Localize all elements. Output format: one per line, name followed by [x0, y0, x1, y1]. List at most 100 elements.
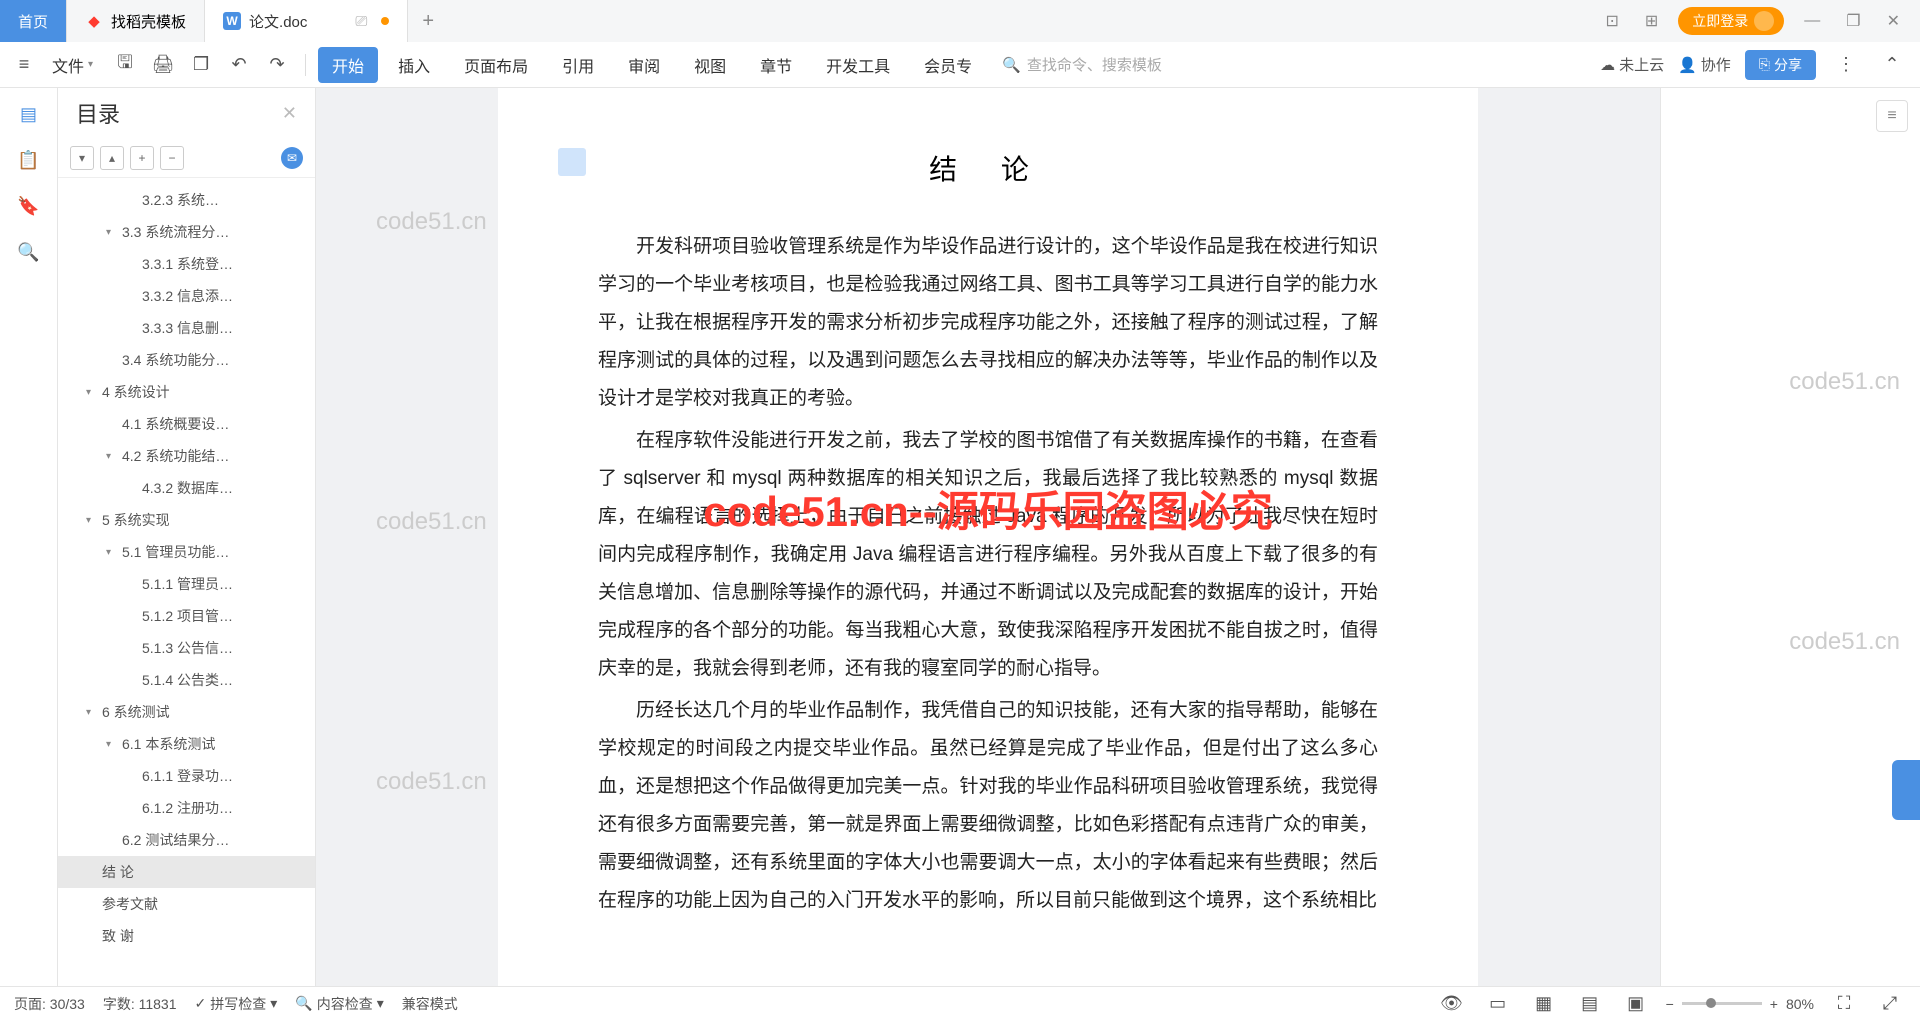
apps-icon[interactable]: ⊞: [1639, 9, 1664, 33]
collapse-all-icon[interactable]: ▴: [100, 146, 124, 170]
cloud-status[interactable]: ☁未上云: [1600, 54, 1664, 75]
fit-icon[interactable]: ⛶: [1830, 990, 1858, 1018]
outline-item[interactable]: 3.3.3 信息删…: [58, 312, 315, 344]
outline-item[interactable]: ▾6.1 本系统测试: [58, 728, 315, 760]
outline-item[interactable]: 5.1.1 管理员…: [58, 568, 315, 600]
outline-item[interactable]: 参考文献: [58, 888, 315, 920]
outline-label: 4.1 系统概要设…: [122, 414, 229, 434]
zoom-in-icon[interactable]: +: [1770, 996, 1778, 1012]
outline-tree[interactable]: 3.2.3 系统…▾3.3 系统流程分…3.3.1 系统登…3.3.2 信息添……: [58, 178, 315, 986]
outline-item[interactable]: ▾4.2 系统功能结…: [58, 440, 315, 472]
outline-item[interactable]: 6.2 测试结果分…: [58, 824, 315, 856]
outline-label: 6.1.1 登录功…: [142, 766, 233, 786]
outline-item[interactable]: 3.2.3 系统…: [58, 184, 315, 216]
ribbon-tab-review[interactable]: 审阅: [614, 47, 674, 83]
file-menu[interactable]: 文件▾: [42, 53, 103, 77]
close-window-button[interactable]: ✕: [1881, 9, 1906, 33]
close-panel-icon[interactable]: ✕: [282, 103, 297, 124]
ribbon-tab-member[interactable]: 会员专: [910, 47, 986, 83]
outline-item[interactable]: 4.1 系统概要设…: [58, 408, 315, 440]
outline-item[interactable]: 3.3.2 信息添…: [58, 280, 315, 312]
outline-item[interactable]: ▾5 系统实现: [58, 504, 315, 536]
page-indicator[interactable]: 页面: 30/33: [14, 994, 85, 1014]
outline-item[interactable]: 5.1.2 项目管…: [58, 600, 315, 632]
outline-label: 5.1 管理员功能…: [122, 542, 229, 562]
clipboard-icon[interactable]: 📋: [17, 148, 41, 172]
remove-heading-icon[interactable]: −: [160, 146, 184, 170]
tab-templates[interactable]: ◆ 找稻壳模板: [67, 0, 205, 42]
outline-label: 参考文献: [102, 894, 158, 914]
ribbon: ≡ 文件▾ 🖫 🖨 ❐ ↶ ↷ 开始 插入 页面布局 引用 审阅 视图 章节 开…: [0, 42, 1920, 88]
spellcheck-toggle[interactable]: ✓拼写检查▾: [195, 994, 278, 1014]
compat-mode[interactable]: 兼容模式: [402, 994, 458, 1014]
style-panel-icon[interactable]: ≡: [1876, 100, 1908, 132]
ribbon-tab-section[interactable]: 章节: [746, 47, 806, 83]
message-icon[interactable]: ✉: [281, 147, 303, 169]
undo-icon[interactable]: ↶: [225, 51, 253, 79]
expand-all-icon[interactable]: ▾: [70, 146, 94, 170]
ribbon-tab-devtools[interactable]: 开发工具: [812, 47, 904, 83]
ribbon-tab-view[interactable]: 视图: [680, 47, 740, 83]
split-view-icon[interactable]: ⊡: [1599, 9, 1624, 33]
add-heading-icon[interactable]: +: [130, 146, 154, 170]
view-read-icon[interactable]: ▣: [1622, 990, 1650, 1018]
outline-item[interactable]: 4.3.2 数据库…: [58, 472, 315, 504]
document-area[interactable]: code51.cn code51.cn code51.cn 结 论 开发科研项目…: [316, 88, 1660, 986]
zoom-level[interactable]: 80%: [1786, 996, 1814, 1012]
redo-icon[interactable]: ↷: [263, 51, 291, 79]
view-web-icon[interactable]: ▦: [1530, 990, 1558, 1018]
ribbon-tab-insert[interactable]: 插入: [384, 47, 444, 83]
view-outline-icon[interactable]: ▤: [1576, 990, 1604, 1018]
fullscreen-icon[interactable]: ⤢: [1876, 990, 1904, 1018]
feedback-tab[interactable]: [1892, 760, 1920, 820]
tab-home[interactable]: 首页: [0, 0, 67, 42]
outline-item[interactable]: ▾4 系统设计: [58, 376, 315, 408]
minimize-button[interactable]: —: [1798, 10, 1826, 32]
zoom-out-icon[interactable]: −: [1666, 996, 1674, 1012]
outline-item[interactable]: 6.1.2 注册功…: [58, 792, 315, 824]
zoom-slider[interactable]: [1682, 1002, 1762, 1005]
main-area: ▤ 📋 🔖 🔍 目录 ✕ ▾ ▴ + − ✉ 3.2.3 系统…▾3.3 系统流…: [0, 88, 1920, 986]
search-side-icon[interactable]: 🔍: [17, 240, 41, 264]
document-page: 结 论 开发科研项目验收管理系统是作为毕设作品进行设计的，这个毕设作品是我在校进…: [498, 88, 1478, 986]
outline-item[interactable]: 5.1.3 公告信…: [58, 632, 315, 664]
ribbon-tab-layout[interactable]: 页面布局: [450, 47, 542, 83]
ribbon-tab-start[interactable]: 开始: [318, 47, 378, 83]
outline-item[interactable]: ▾5.1 管理员功能…: [58, 536, 315, 568]
more-icon[interactable]: ⋮: [1832, 51, 1860, 79]
page-anchor-icon[interactable]: [558, 148, 586, 176]
share-button[interactable]: ⎘分享: [1745, 50, 1816, 80]
hamburger-icon[interactable]: ≡: [12, 53, 36, 77]
print-icon[interactable]: 🖨: [149, 51, 177, 79]
paragraph: 开发科研项目验收管理系统是作为毕设作品进行设计的，这个毕设作品是我在校进行知识学…: [598, 228, 1378, 418]
outline-item[interactable]: 3.3.1 系统登…: [58, 248, 315, 280]
outline-item[interactable]: ▾6 系统测试: [58, 696, 315, 728]
bookmark-icon[interactable]: 🔖: [17, 194, 41, 218]
collapse-ribbon-icon[interactable]: ⌃: [1878, 51, 1906, 79]
present-icon[interactable]: ⎚: [355, 13, 367, 30]
command-search[interactable]: 🔍 查找命令、搜索模板: [1002, 54, 1162, 75]
outline-item[interactable]: 5.1.4 公告类…: [58, 664, 315, 696]
view-page-icon[interactable]: ▭: [1484, 990, 1512, 1018]
outline-item[interactable]: ▾3.3 系统流程分…: [58, 216, 315, 248]
outline-item[interactable]: 6.1.1 登录功…: [58, 760, 315, 792]
word-count[interactable]: 字数: 11831: [103, 994, 177, 1014]
contentcheck-toggle[interactable]: 🔍内容检查▾: [295, 994, 383, 1014]
outline-icon[interactable]: ▤: [17, 102, 41, 126]
collab-button[interactable]: 👤协作: [1678, 54, 1731, 75]
zoom-control[interactable]: − + 80%: [1666, 996, 1814, 1012]
paragraph: 历经长达几个月的毕业作品制作，我凭借自己的知识技能，还有大家的指导帮助，能够在学…: [598, 692, 1378, 920]
ribbon-tab-reference[interactable]: 引用: [548, 47, 608, 83]
new-tab-button[interactable]: +: [408, 0, 448, 42]
save-icon[interactable]: 🖫: [111, 51, 139, 79]
status-bar: 页面: 30/33 字数: 11831 ✓拼写检查▾ 🔍内容检查▾ 兼容模式 👁…: [0, 986, 1920, 1020]
print-preview-icon[interactable]: ❐: [187, 51, 215, 79]
login-button[interactable]: 立即登录: [1678, 7, 1784, 35]
outline-toolbar: ▾ ▴ + − ✉: [58, 138, 315, 178]
maximize-button[interactable]: ❐: [1840, 9, 1866, 33]
eye-icon[interactable]: 👁: [1438, 990, 1466, 1018]
outline-item[interactable]: 结 论: [58, 856, 315, 888]
outline-item[interactable]: 3.4 系统功能分…: [58, 344, 315, 376]
tab-doc[interactable]: W 论文.doc ⎚: [205, 0, 408, 42]
outline-item[interactable]: 致 谢: [58, 920, 315, 952]
